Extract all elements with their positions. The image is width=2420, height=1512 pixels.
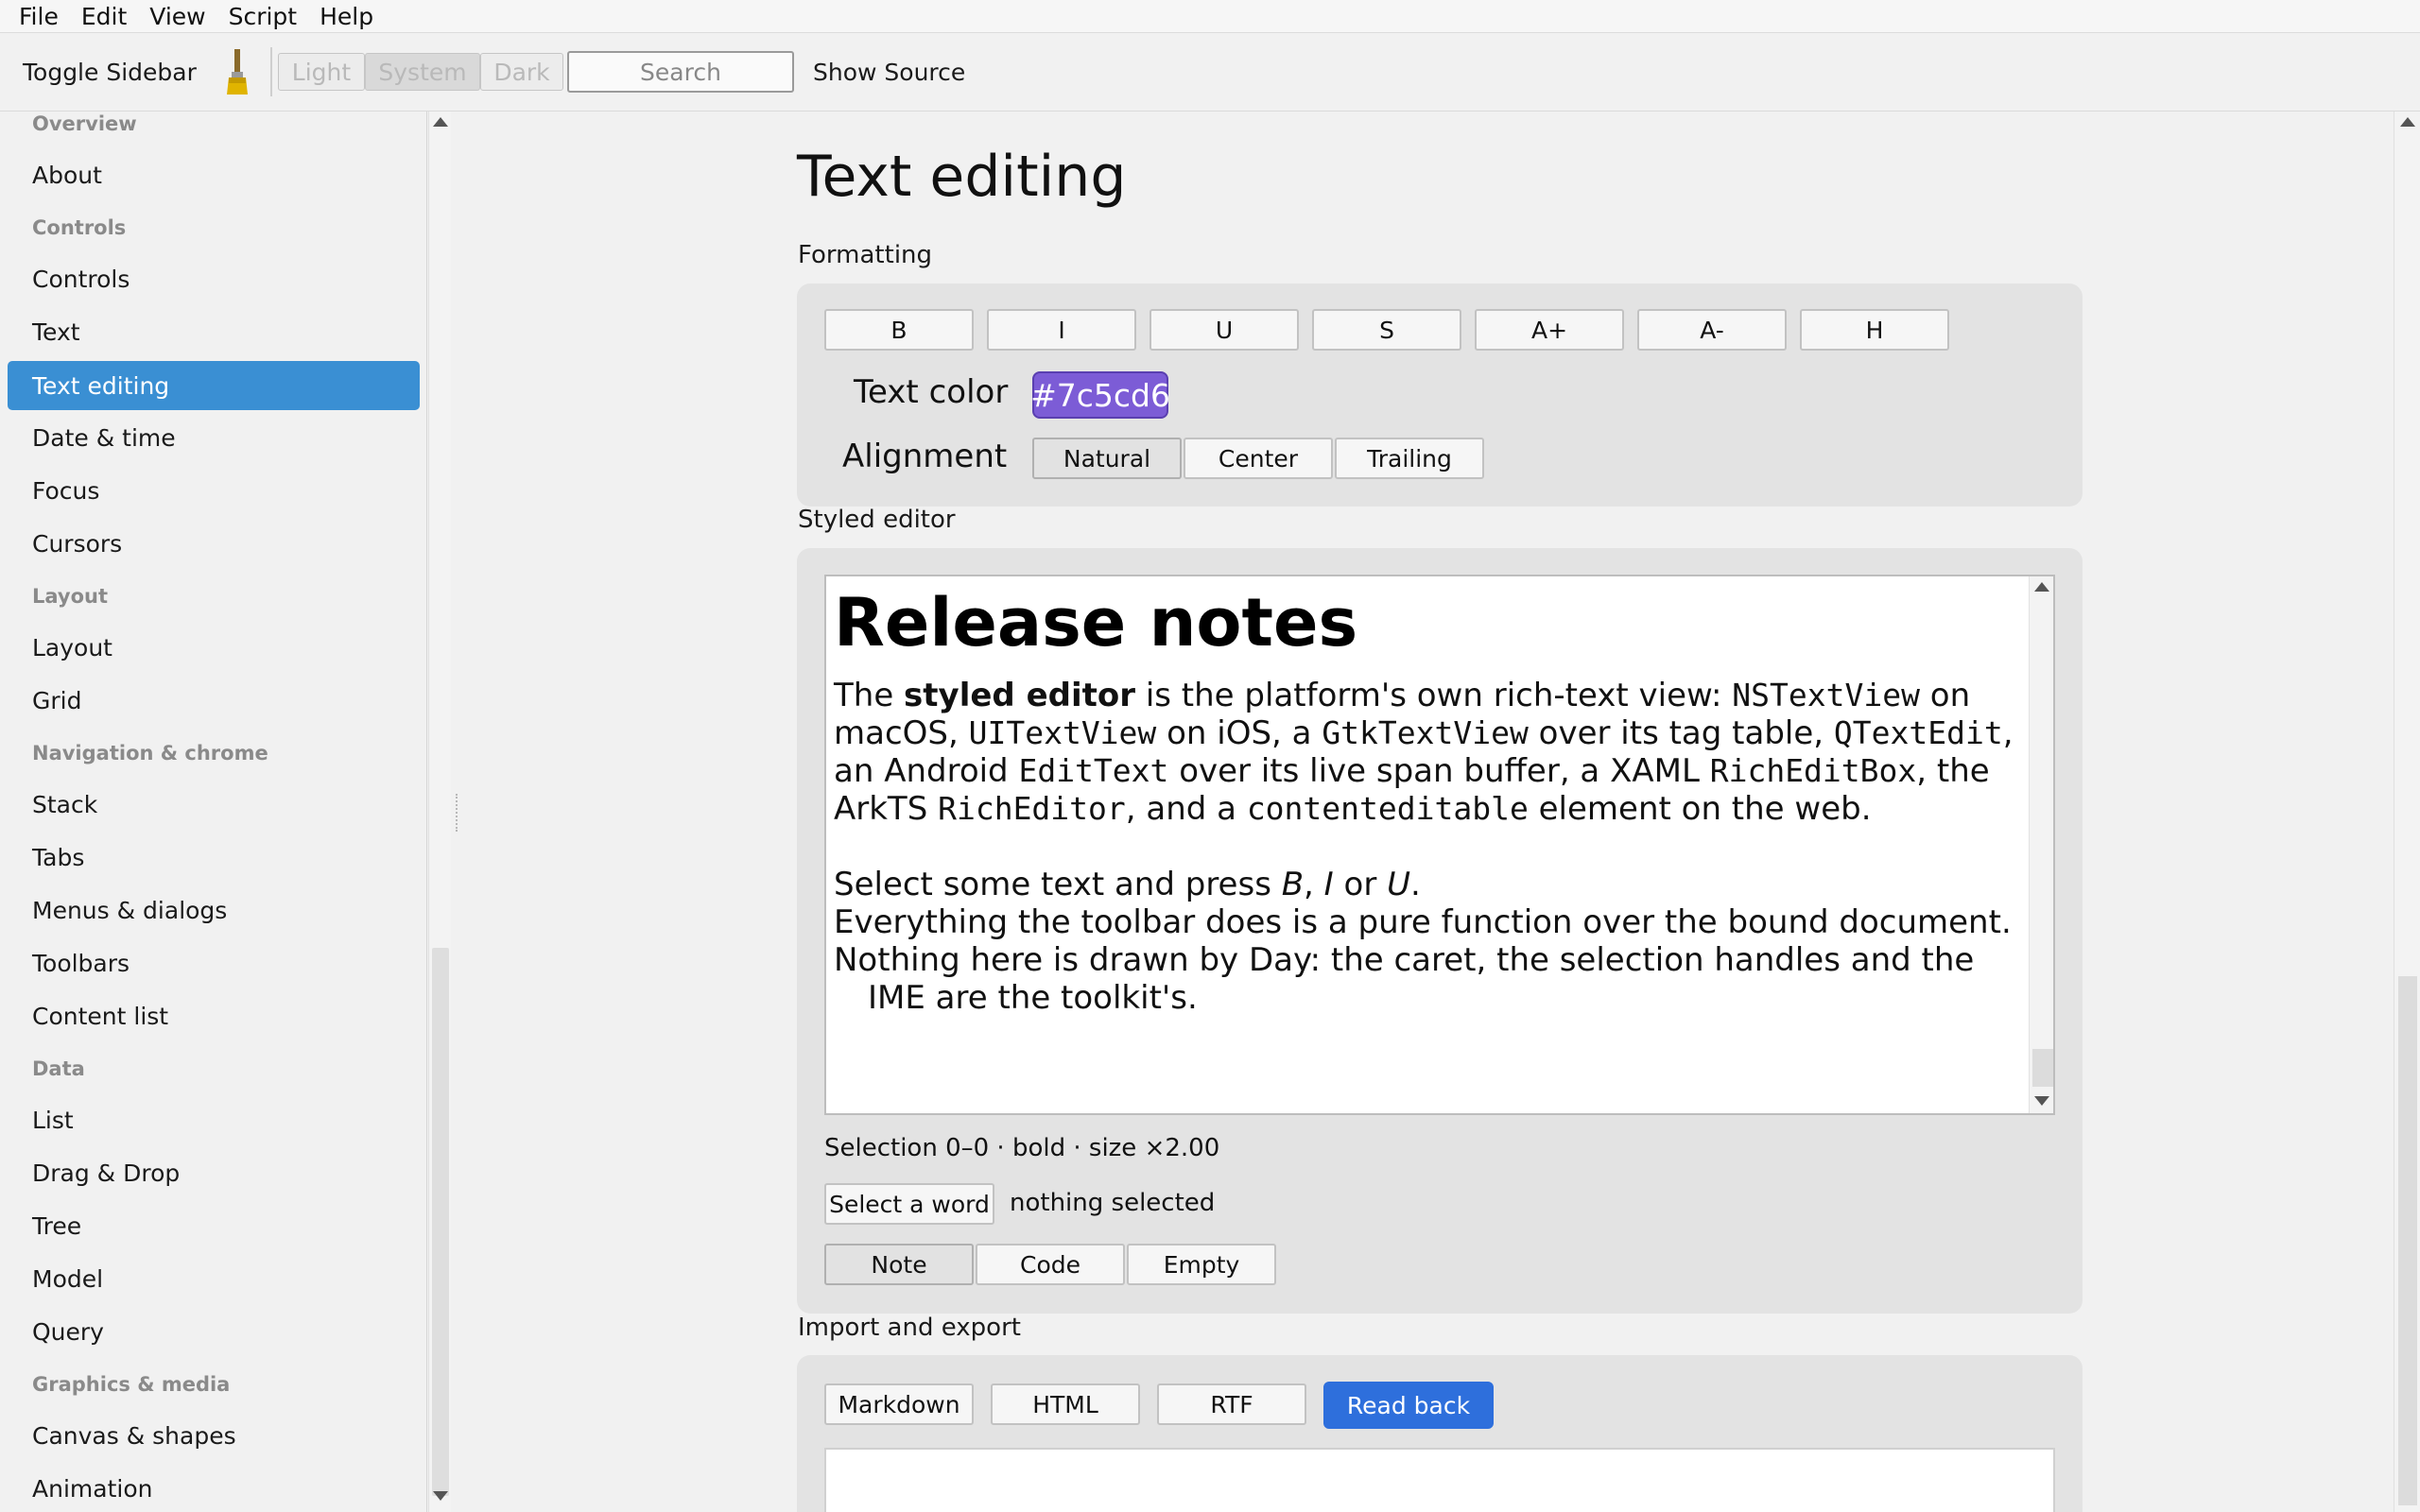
show-source-button[interactable]: Show Source (813, 59, 965, 86)
sidebar-section-layout: Layout (32, 585, 109, 608)
formatting-card: B I U S A+ A- H Text color #7c5cd6 Align… (797, 284, 2083, 507)
styled-editor[interactable]: Release notes The styled editor is the p… (824, 575, 2055, 1115)
editor-content[interactable]: Release notes The styled editor is the p… (834, 584, 2027, 1017)
sidebar-section-graphics: Graphics & media (32, 1373, 231, 1396)
heading-button[interactable]: H (1800, 309, 1949, 351)
menu-file[interactable]: File (8, 3, 70, 30)
sidebar-item-about[interactable]: About (8, 150, 420, 199)
sidebar-section-controls: Controls (32, 216, 127, 239)
sidebar-item-focus[interactable]: Focus (8, 466, 420, 515)
bold-button[interactable]: B (824, 309, 974, 351)
scroll-down-arrow-icon[interactable] (433, 1491, 448, 1501)
sidebar-item-cursors[interactable]: Cursors (8, 519, 420, 568)
increase-size-button[interactable]: A+ (1475, 309, 1624, 351)
toggle-sidebar-button[interactable]: Toggle Sidebar (23, 59, 197, 86)
theme-system-button[interactable]: System (365, 53, 480, 91)
sidebar-item-controls[interactable]: Controls (8, 254, 420, 303)
export-output-area[interactable] (824, 1448, 2055, 1512)
sidebar-item-list[interactable]: List (8, 1095, 420, 1144)
formatting-label: Formatting (798, 241, 933, 269)
sidebar-item-content-list[interactable]: Content list (8, 991, 420, 1040)
editor-scroll-thumb[interactable] (2032, 1049, 2053, 1087)
text-color-label: Text color (854, 373, 1009, 411)
scroll-up-arrow-icon[interactable] (433, 117, 448, 127)
sidebar-item-date-time[interactable]: Date & time (8, 413, 420, 462)
align-trailing-button[interactable]: Trailing (1335, 438, 1484, 479)
align-natural-button[interactable]: Natural (1032, 438, 1182, 479)
menu-help[interactable]: Help (308, 3, 385, 30)
sidebar-item-drag-drop[interactable]: Drag & Drop (8, 1148, 420, 1197)
theme-dark-button[interactable]: Dark (480, 53, 563, 91)
editor-heading: Release notes (834, 584, 1358, 662)
sidebar-item-layout[interactable]: Layout (8, 623, 420, 672)
main-scrollbar[interactable] (2394, 112, 2420, 1512)
sidebar: Overview About Controls Controls Text Te… (0, 112, 427, 1512)
search-input[interactable]: Search (567, 51, 794, 93)
menu-bar: File Edit View Script Help (0, 0, 2420, 33)
sidebar-item-toolbars[interactable]: Toolbars (8, 938, 420, 988)
sidebar-item-model[interactable]: Model (8, 1254, 420, 1303)
italic-button[interactable]: I (987, 309, 1136, 351)
theme-light-button[interactable]: Light (278, 53, 365, 91)
sidebar-item-tree[interactable]: Tree (8, 1201, 420, 1250)
editor-instruction: Select some text and press B, I or U. (834, 866, 1421, 903)
editor-line-nothing-drawn: Nothing here is drawn by Day: the caret,… (834, 941, 1975, 1017)
sidebar-item-query[interactable]: Query (8, 1307, 420, 1356)
sidebar-section-data: Data (32, 1057, 85, 1080)
alignment-label: Alignment (842, 438, 1008, 475)
editor-paragraph: The styled editor is the platform's own … (834, 677, 2014, 828)
sidebar-item-text-editing[interactable]: Text editing (8, 361, 420, 410)
html-button[interactable]: HTML (991, 1383, 1140, 1425)
rtf-button[interactable]: RTF (1157, 1383, 1306, 1425)
sidebar-item-stack[interactable]: Stack (8, 780, 420, 829)
align-center-button[interactable]: Center (1184, 438, 1333, 479)
sidebar-scroll-thumb[interactable] (432, 948, 449, 1496)
sidebar-item-tabs[interactable]: Tabs (8, 833, 420, 882)
sidebar-section-overview: Overview (32, 112, 137, 135)
editor-scroll-down-icon[interactable] (2034, 1096, 2049, 1106)
editor-scrollbar[interactable] (2029, 576, 2053, 1113)
text-color-swatch[interactable]: #7c5cd6 (1030, 371, 1170, 419)
read-back-button[interactable]: Read back (1323, 1382, 1494, 1429)
main-scroll-up-icon[interactable] (2400, 117, 2415, 127)
menu-script[interactable]: Script (217, 3, 309, 30)
splitter-handle[interactable] (456, 794, 459, 832)
main-scroll-thumb[interactable] (2398, 976, 2417, 1505)
strikethrough-button[interactable]: S (1312, 309, 1461, 351)
doc-note-button[interactable]: Note (824, 1244, 974, 1285)
doc-empty-button[interactable]: Empty (1127, 1244, 1276, 1285)
editor-scroll-up-icon[interactable] (2034, 582, 2049, 592)
sidebar-item-canvas-shapes[interactable]: Canvas & shapes (8, 1411, 420, 1460)
underline-button[interactable]: U (1150, 309, 1299, 351)
selection-status: Selection 0–0 · bold · size ×2.00 (824, 1134, 1220, 1162)
paintbrush-icon[interactable] (223, 47, 251, 96)
sidebar-item-text[interactable]: Text (8, 307, 420, 356)
sidebar-item-grid[interactable]: Grid (8, 676, 420, 725)
select-word-button[interactable]: Select a word (824, 1183, 994, 1225)
sidebar-item-animation[interactable]: Animation (8, 1464, 420, 1512)
styled-editor-label: Styled editor (798, 506, 956, 534)
sidebar-section-navigation: Navigation & chrome (32, 742, 268, 765)
doc-code-button[interactable]: Code (976, 1244, 1125, 1285)
menu-edit[interactable]: Edit (70, 3, 138, 30)
import-export-label: Import and export (798, 1314, 1021, 1342)
page-title: Text editing (797, 144, 1127, 210)
toolbar-separator (270, 47, 272, 96)
menu-view[interactable]: View (138, 3, 216, 30)
decrease-size-button[interactable]: A- (1637, 309, 1787, 351)
sidebar-item-menus-dialogs[interactable]: Menus & dialogs (8, 885, 420, 935)
selected-text-status: nothing selected (1010, 1189, 1216, 1217)
editor-line-toolbar: Everything the toolbar does is a pure fu… (834, 903, 2012, 941)
markdown-button[interactable]: Markdown (824, 1383, 974, 1425)
sidebar-scrollbar[interactable] (428, 112, 451, 1512)
toolbar: Toggle Sidebar Light System Dark Search … (0, 34, 2420, 112)
